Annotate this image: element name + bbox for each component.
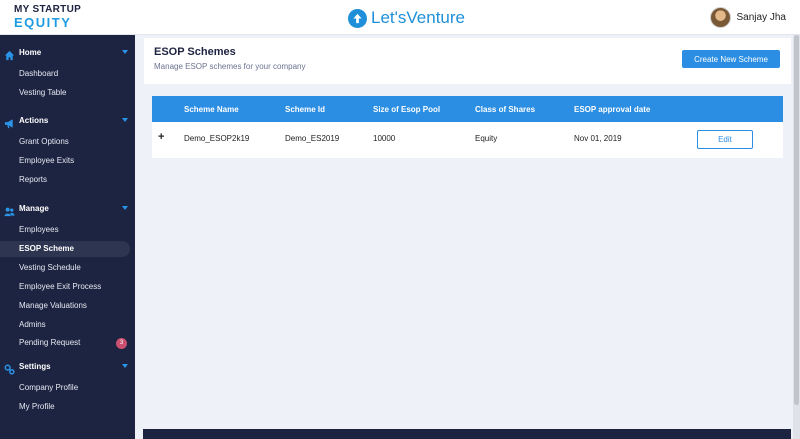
column-header: Scheme Id [285,105,326,114]
users-icon [4,204,15,217]
sidebar: Home Dashboard Vesting Table Actions Gra… [0,35,135,439]
sidebar-item-label: Admins [19,320,46,329]
sidebar-item-label: My Profile [19,402,55,411]
cell-scheme-name: Demo_ESOP2k19 [184,134,250,143]
sidebar-item-label: Employee Exits [19,156,75,165]
sidebar-item-my-profile[interactable]: My Profile [0,399,130,415]
sidebar-item-label: Grant Options [19,137,69,146]
sidebar-item-company-profile[interactable]: Company Profile [0,380,130,396]
brand-line-2: EQUITY [14,15,72,30]
sidebar-item-reports[interactable]: Reports [0,172,130,188]
sidebar-item-label: Employee Exit Process [19,282,102,291]
sidebar-section-title: Settings [19,362,51,371]
user-name: Sanjay Jha [736,12,786,23]
column-header: Scheme Name [184,105,239,114]
sidebar-item-label: Company Profile [19,383,79,392]
sidebar-item-grant-options[interactable]: Grant Options [0,134,130,150]
scrollbar-thumb[interactable] [794,35,799,405]
sidebar-item-admins[interactable]: Admins [0,317,130,333]
page-title: ESOP Schemes [154,46,236,58]
chevron-down-icon [122,50,128,54]
sidebar-item-label: ESOP Scheme [19,244,74,253]
cell-scheme-id: Demo_ES2019 [285,134,340,143]
cell-pool-size: 10000 [373,134,396,143]
cell-share-class: Equity [475,134,498,143]
sidebar-item-dashboard[interactable]: Dashboard [0,66,130,82]
sidebar-item-employee-exit-process[interactable]: Employee Exit Process [0,279,130,295]
sidebar-item-vesting-schedule[interactable]: Vesting Schedule [0,260,130,276]
chevron-down-icon [122,206,128,210]
user-menu[interactable]: Sanjay Jha [709,7,786,28]
sidebar-section-title: Actions [19,116,49,125]
table-row: + Demo_ESOP2k19 Demo_ES2019 10000 Equity… [152,122,783,154]
sidebar-item-label: Dashboard [19,69,59,78]
sidebar-item-manage-valuations[interactable]: Manage Valuations [0,298,130,314]
settings-icon [4,362,15,375]
brand-logo[interactable]: MY STARTUP EQUITY [14,4,82,30]
table-header: Scheme Name Scheme Id Size of Esop Pool … [152,96,783,122]
sidebar-item-label: Vesting Schedule [19,263,81,272]
sidebar-item-label: Reports [19,175,48,184]
sidebar-item-employee-exits[interactable]: Employee Exits [0,153,130,169]
letsventure-logo-text: Let'sVenture [371,8,465,27]
sidebar-section-manage[interactable]: Manage [0,201,135,219]
page-header: ESOP Schemes Manage ESOP schemes for you… [144,38,791,84]
column-header: Size of Esop Pool [373,105,441,114]
sidebar-item-label: Manage Valuations [19,301,87,310]
sidebar-item-vesting-table[interactable]: Vesting Table [0,85,130,101]
column-header: ESOP approval date [574,105,651,114]
sidebar-item-label: Employees [19,225,59,234]
sidebar-item-esop-scheme[interactable]: ESOP Scheme [0,241,130,257]
sidebar-item-employees[interactable]: Employees [0,222,130,238]
sidebar-item-label: Pending Request [19,338,81,347]
sidebar-section-actions[interactable]: Actions [0,113,135,131]
sidebar-section-home[interactable]: Home [0,45,135,63]
scrollbar[interactable] [793,35,800,439]
page-subtitle: Manage ESOP schemes for your company [154,62,306,71]
cell-approval-date: Nov 01, 2019 [574,134,622,143]
esop-schemes-table: Scheme Name Scheme Id Size of Esop Pool … [152,96,783,158]
create-new-scheme-button[interactable]: Create New Scheme [682,50,780,68]
avatar [709,7,731,28]
sidebar-section-title: Manage [19,204,49,213]
edit-button[interactable]: Edit [697,130,753,149]
column-header: Class of Shares [475,105,536,114]
upload-arrow-icon [348,8,367,28]
top-bar: MY STARTUP EQUITY Let'sVenture Sanjay Jh… [0,0,800,35]
brand-line-1: MY STARTUP [14,4,82,15]
expand-row-button[interactable]: + [158,131,164,143]
home-icon [4,48,15,61]
chevron-down-icon [122,364,128,368]
sidebar-section-settings[interactable]: Settings [0,359,135,377]
chevron-down-icon [122,118,128,122]
pending-count-badge: 3 [116,338,127,349]
footer-bar [143,429,791,439]
letsventure-logo[interactable]: Let'sVenture [348,8,465,28]
sidebar-item-pending-request[interactable]: Pending Request 3 [0,335,130,351]
sidebar-item-label: Vesting Table [19,88,67,97]
sidebar-section-title: Home [19,48,42,57]
megaphone-icon [4,116,15,129]
